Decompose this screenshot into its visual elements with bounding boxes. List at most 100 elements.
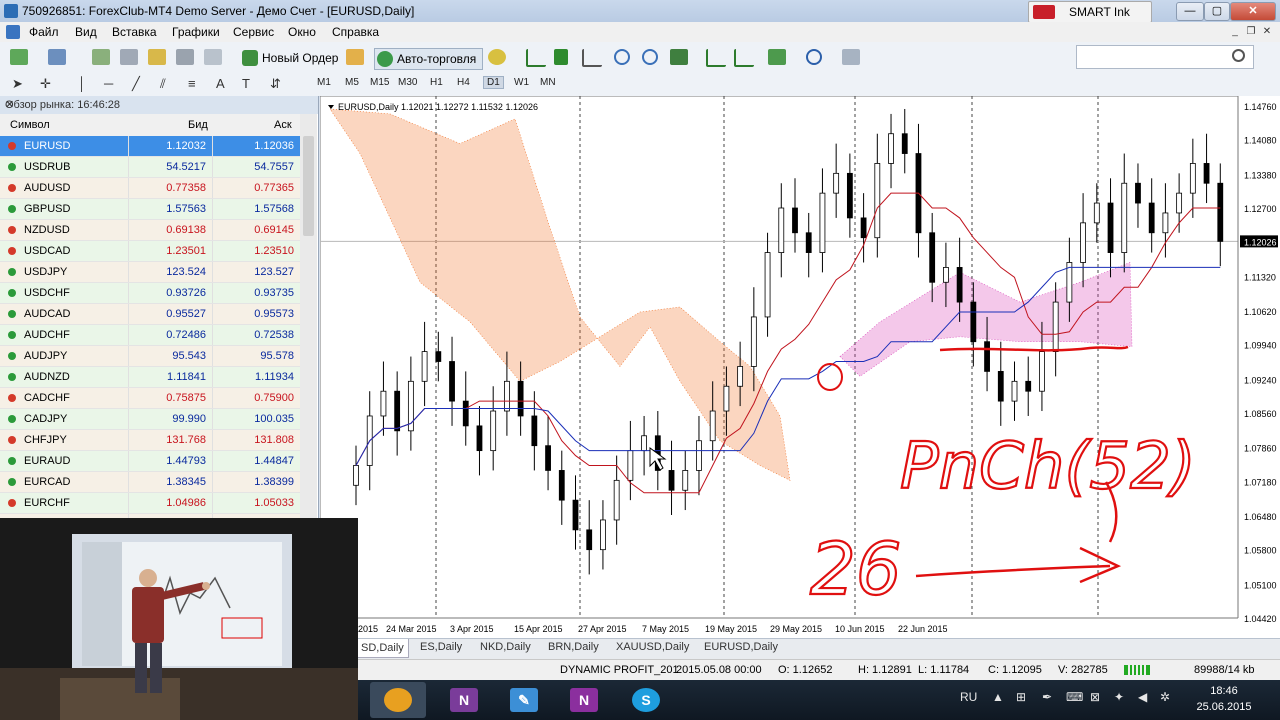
market-watch-row[interactable]: USDCHF 0.93726 0.93735 xyxy=(0,283,300,304)
market-watch-row[interactable]: AUDNZD 1.11841 1.11934 xyxy=(0,367,300,388)
keyboard-icon[interactable]: ⌨ xyxy=(1066,690,1083,704)
taskbar-notebook[interactable]: N xyxy=(436,682,492,718)
zoom-out-icon[interactable] xyxy=(642,49,658,65)
network-icon[interactable]: ✦ xyxy=(1114,690,1124,704)
zoom-in-icon[interactable] xyxy=(614,49,630,65)
app-tray-icon[interactable]: ⊠ xyxy=(1090,690,1100,704)
tester-icon[interactable] xyxy=(176,49,194,65)
tab-eurusd-daily[interactable]: EURUSD,Daily xyxy=(704,641,778,653)
tf-h1[interactable]: H1 xyxy=(430,77,443,88)
tf-m30[interactable]: M30 xyxy=(398,77,417,88)
close-button[interactable]: ✕ xyxy=(1230,2,1276,21)
language-indicator[interactable]: RU xyxy=(960,690,977,704)
market-watch-row[interactable]: EURAUD 1.44793 1.44847 xyxy=(0,451,300,472)
line-chart-icon[interactable] xyxy=(582,49,602,67)
tf-m1[interactable]: M1 xyxy=(317,77,331,88)
profiles-icon[interactable] xyxy=(48,49,66,65)
market-watch-row[interactable]: USDRUB 54.5217 54.7557 xyxy=(0,157,300,178)
menu-insert[interactable]: Вставка xyxy=(112,25,157,39)
tray-expand-icon[interactable]: ▲ xyxy=(992,690,1004,704)
close-icon[interactable]: ✕ xyxy=(5,98,312,111)
tab-sd-daily[interactable]: SD,Daily xyxy=(356,639,409,658)
bar-chart-icon[interactable] xyxy=(526,49,546,67)
tf-w1[interactable]: W1 xyxy=(514,77,529,88)
smart-ink-button[interactable]: SMART Ink xyxy=(1028,1,1152,23)
market-watch-row[interactable]: CADJPY 99.990 100.035 xyxy=(0,409,300,430)
fibonacci-icon[interactable]: ≡ xyxy=(188,76,196,91)
text-icon[interactable]: A xyxy=(216,76,225,91)
chart-window[interactable]: 1.14760 1.14080 1.13380 1.12700 1.12026 1.113… xyxy=(319,95,1280,640)
arrows-icon[interactable]: ⇵ xyxy=(270,76,281,92)
horizontal-line-icon[interactable]: ─ xyxy=(104,76,113,91)
new-chart-icon[interactable] xyxy=(10,49,28,65)
price-chart[interactable]: 1.14760 1.14080 1.13380 1.12700 1.12026 1.113… xyxy=(319,95,1280,640)
tile-windows-icon[interactable] xyxy=(670,49,688,65)
minimize-button[interactable]: — xyxy=(1176,2,1204,21)
market-watch-row[interactable]: AUDCHF 0.72486 0.72538 xyxy=(0,325,300,346)
market-watch-row[interactable]: USDCAD 1.23501 1.23510 xyxy=(0,241,300,262)
equidistant-channel-icon[interactable]: ⫽ xyxy=(160,76,166,92)
tab-xauusd-daily[interactable]: XAUUSD,Daily xyxy=(616,641,689,653)
menu-help[interactable]: Справка xyxy=(332,25,379,39)
market-watch-row[interactable]: AUDJPY 95.543 95.578 xyxy=(0,346,300,367)
market-watch-row[interactable]: EURCAD 1.38345 1.38399 xyxy=(0,472,300,493)
col-symbol[interactable]: Символ xyxy=(10,119,50,131)
tab-es-daily[interactable]: ES,Daily xyxy=(420,641,462,653)
menu-file[interactable]: Файл xyxy=(29,25,59,39)
new-order-button[interactable]: Новый Ордер xyxy=(240,48,338,68)
autotrading-button[interactable]: Авто-торговля xyxy=(374,48,484,70)
settings-icon[interactable]: ✲ xyxy=(1160,690,1170,704)
status-profile[interactable]: DYNAMIC PROFIT_201 xyxy=(560,664,679,676)
taskbar-metatrader[interactable] xyxy=(370,682,426,718)
meta-editor-icon[interactable] xyxy=(346,49,364,65)
tf-mn[interactable]: MN xyxy=(540,77,556,88)
mdi-close-icon[interactable]: ✕ xyxy=(1260,25,1274,39)
tf-d1[interactable]: D1 xyxy=(483,76,504,89)
terminal-icon[interactable] xyxy=(148,49,166,65)
search-input[interactable] xyxy=(1076,45,1254,69)
taskbar-skype[interactable]: S xyxy=(618,682,674,718)
market-watch-row[interactable]: NZDUSD 0.69138 0.69145 xyxy=(0,220,300,241)
menu-window[interactable]: Окно xyxy=(288,25,316,39)
market-watch-row[interactable]: CHFJPY 131.768 131.808 xyxy=(0,430,300,451)
scroll-thumb[interactable] xyxy=(303,136,314,236)
col-ask[interactable]: Аск xyxy=(274,119,292,131)
tf-m15[interactable]: M15 xyxy=(370,77,389,88)
windows-icon[interactable]: ⊞ xyxy=(1016,690,1026,704)
templates-icon[interactable] xyxy=(842,49,860,65)
market-watch-row[interactable]: CADCHF 0.75875 0.75900 xyxy=(0,388,300,409)
tf-m5[interactable]: M5 xyxy=(345,77,359,88)
navigator-icon[interactable] xyxy=(120,49,138,65)
menu-tools[interactable]: Сервис xyxy=(233,25,274,39)
pen-icon[interactable]: ✒ xyxy=(1042,690,1052,704)
market-watch-row[interactable]: EURUSD 1.12032 1.12036 xyxy=(0,136,300,157)
tab-nkd-daily[interactable]: NKD,Daily xyxy=(480,641,531,653)
menu-view[interactable]: Вид xyxy=(75,25,97,39)
autoscroll-icon[interactable] xyxy=(734,49,754,67)
cursor-icon[interactable]: ➤ xyxy=(12,76,23,92)
market-watch-row[interactable]: GBPUSD 1.57563 1.57568 xyxy=(0,199,300,220)
market-watch-row[interactable]: USDJPY 123.524 123.527 xyxy=(0,262,300,283)
taskbar-smart-tools[interactable]: ✎ xyxy=(496,682,552,718)
market-watch-icon[interactable] xyxy=(92,49,110,65)
candlestick-icon[interactable] xyxy=(554,49,568,65)
tab-brn-daily[interactable]: BRN,Daily xyxy=(548,641,599,653)
mdi-minimize-icon[interactable]: _ xyxy=(1228,25,1242,39)
col-bid[interactable]: Бид xyxy=(188,119,208,131)
chart-shift-icon[interactable] xyxy=(706,49,726,67)
market-watch-scrollbar[interactable] xyxy=(300,114,317,518)
maximize-button[interactable]: ▢ xyxy=(1204,2,1230,21)
data-window-icon[interactable] xyxy=(204,49,222,65)
trendline-icon[interactable]: ╱ xyxy=(132,76,140,92)
market-watch-row[interactable]: EURCHF 1.04986 1.05033 xyxy=(0,493,300,514)
mdi-restore-icon[interactable]: ❐ xyxy=(1244,25,1258,39)
taskbar-onenote[interactable]: N xyxy=(556,682,612,718)
tf-h4[interactable]: H4 xyxy=(457,77,470,88)
market-watch-row[interactable]: AUDCAD 0.95527 0.95573 xyxy=(0,304,300,325)
clock[interactable]: 18:46 25.06.2015 xyxy=(1184,683,1264,715)
market-watch-row[interactable]: AUDUSD 0.77358 0.77365 xyxy=(0,178,300,199)
crosshair-icon[interactable]: ✛ xyxy=(40,76,51,92)
expert-icon[interactable] xyxy=(488,49,506,65)
vertical-line-icon[interactable]: │ xyxy=(78,76,86,91)
periods-icon[interactable] xyxy=(806,49,822,65)
